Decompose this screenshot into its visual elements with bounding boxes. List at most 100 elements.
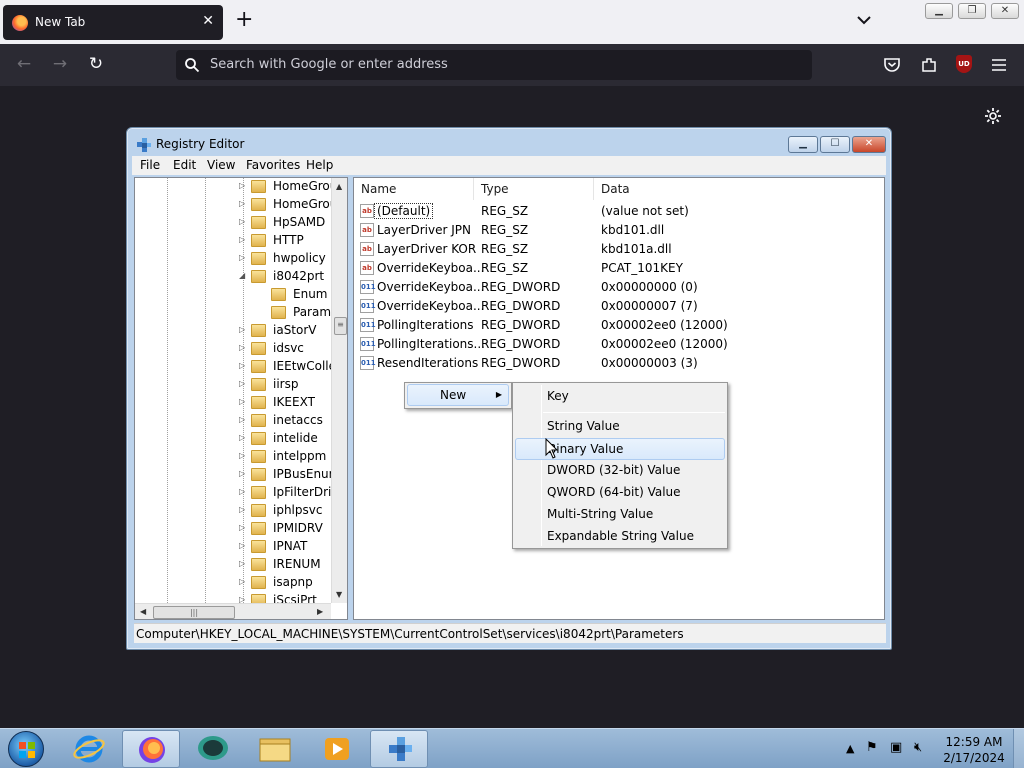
expand-icon[interactable]: ▷: [239, 181, 245, 190]
value-row[interactable]: 011 OverrideKeyboa... REG_DWORD 0x00000000 …: [354, 278, 884, 297]
tree-item[interactable]: ◢ i8042prt: [135, 268, 331, 286]
taskbar-chat-app[interactable]: [184, 730, 242, 768]
pocket-icon[interactable]: [883, 56, 901, 74]
show-hidden-icons-arrow-icon[interactable]: ▲: [846, 742, 854, 755]
tree-item[interactable]: ▷ IEEtwColle: [135, 358, 336, 376]
menu-file[interactable]: File: [140, 158, 160, 172]
expand-icon[interactable]: ▷: [239, 505, 245, 514]
back-arrow-icon[interactable]: ←: [14, 54, 34, 74]
chevron-down-icon[interactable]: [856, 12, 872, 28]
tree-item[interactable]: ▷ HomeGrou: [135, 196, 337, 214]
expand-icon[interactable]: ▷: [239, 235, 245, 244]
tree-item[interactable]: ▷ IKEEXT: [135, 394, 331, 412]
taskbar-firefox[interactable]: [122, 730, 180, 768]
restore-button[interactable]: ❐: [958, 3, 986, 19]
tree-item[interactable]: Enum: [135, 286, 331, 304]
reload-icon[interactable]: ↻: [86, 54, 106, 74]
gear-icon[interactable]: [984, 107, 1002, 125]
tree-item[interactable]: ▷ idsvc: [135, 340, 331, 358]
menu-favorites[interactable]: Favorites: [246, 158, 300, 172]
tree-item[interactable]: ▷ iphlpsvc: [135, 502, 331, 520]
tree-item[interactable]: ▷ IPMIDRV: [135, 520, 331, 538]
scroll-right-arrow-icon[interactable]: ▶: [317, 607, 323, 616]
regedit-maximize-button[interactable]: ☐: [820, 136, 850, 153]
menu-item-multi-string-value[interactable]: Multi-String Value: [515, 503, 725, 525]
value-row[interactable]: ab LayerDriver KOR REG_SZ kbd101a.dll: [354, 240, 884, 259]
tree-item[interactable]: ▷ intelppm: [135, 448, 331, 466]
tree-item[interactable]: ▷ isapnp: [135, 574, 331, 592]
regedit-close-button[interactable]: ✕: [852, 136, 886, 153]
taskbar-internet-explorer[interactable]: [60, 730, 118, 768]
tree-item[interactable]: ▷ iirsp: [135, 376, 331, 394]
scroll-thumb[interactable]: ≡: [334, 317, 347, 335]
show-desktop-button[interactable]: [1013, 729, 1024, 768]
value-row[interactable]: ab LayerDriver JPN REG_SZ kbd101.dll: [354, 221, 884, 240]
expand-icon[interactable]: ▷: [239, 415, 245, 424]
tree-item[interactable]: ▷ hwpolicy: [135, 250, 331, 268]
expand-icon[interactable]: ▷: [239, 397, 245, 406]
tree-item[interactable]: ▷ iaStorV: [135, 322, 331, 340]
expand-icon[interactable]: ▷: [239, 541, 245, 550]
tree-item[interactable]: ▷ HTTP: [135, 232, 331, 250]
expand-icon[interactable]: ▷: [239, 361, 245, 370]
tree-item[interactable]: Parame: [135, 304, 338, 322]
extensions-icon[interactable]: [920, 56, 938, 74]
start-button[interactable]: [8, 731, 44, 767]
menu-item-qword-value[interactable]: QWORD (64-bit) Value: [515, 481, 725, 503]
value-row[interactable]: 011 PollingIterations REG_DWORD 0x00002ee0 …: [354, 316, 884, 335]
menu-item-string-value[interactable]: String Value: [515, 415, 725, 437]
tree-item[interactable]: ▷ IpFilterDriv: [135, 484, 338, 502]
expand-icon[interactable]: ▷: [239, 451, 245, 460]
tree-item[interactable]: ▷ HpSAMD: [135, 214, 331, 232]
taskbar-registry-editor[interactable]: [370, 730, 428, 768]
tree-horizontal-scrollbar[interactable]: ◀ ||| ▶: [135, 603, 331, 619]
scroll-left-arrow-icon[interactable]: ◀: [140, 607, 146, 616]
minimize-button[interactable]: ▁: [925, 3, 953, 19]
expand-icon[interactable]: ▷: [239, 469, 245, 478]
ublock-origin-icon[interactable]: UD: [956, 55, 972, 73]
expand-icon[interactable]: ▷: [239, 253, 245, 262]
tab-new-tab[interactable]: New Tab ✕: [3, 5, 223, 40]
menu-edit[interactable]: Edit: [173, 158, 196, 172]
network-icon[interactable]: ▣: [890, 740, 902, 755]
forward-arrow-icon[interactable]: →: [50, 54, 70, 74]
value-row[interactable]: 011 PollingIterations... REG_DWORD 0x00002e…: [354, 335, 884, 354]
scroll-up-arrow-icon[interactable]: ▲: [336, 182, 342, 191]
tree-item[interactable]: ▷ IPBusEnum: [135, 466, 340, 484]
tree-vertical-scrollbar[interactable]: ▲ ≡ ▼: [331, 178, 347, 603]
expand-icon[interactable]: ▷: [239, 487, 245, 496]
expand-icon[interactable]: ▷: [239, 379, 245, 388]
tree-item[interactable]: ▷ intelide: [135, 430, 331, 448]
new-tab-button[interactable]: +: [235, 9, 253, 31]
expand-icon[interactable]: ▷: [239, 523, 245, 532]
value-row[interactable]: ab OverrideKeyboa... REG_SZ PCAT_101KEY: [354, 259, 884, 278]
regedit-minimize-button[interactable]: ▁: [788, 136, 818, 153]
expand-icon[interactable]: ▷: [239, 217, 245, 226]
taskbar-media-player[interactable]: [308, 730, 366, 768]
menu-help[interactable]: Help: [306, 158, 333, 172]
key-tree-pane[interactable]: ▷ HomeGrou ▷ HomeGrou ▷ HpSAMD ▷ HTTP ▷ hwpolicy ◢…: [134, 177, 348, 620]
close-tab-icon[interactable]: ✕: [202, 13, 214, 29]
tree-item[interactable]: ▷ HomeGrou: [135, 178, 337, 196]
menu-item-key[interactable]: Key: [515, 385, 725, 407]
hamburger-menu-icon[interactable]: [991, 57, 1007, 73]
tree-item[interactable]: ▷ inetaccs: [135, 412, 331, 430]
expand-icon[interactable]: ▷: [239, 325, 245, 334]
taskbar-file-explorer[interactable]: [246, 730, 304, 768]
expand-icon[interactable]: ▷: [239, 199, 245, 208]
column-data[interactable]: Data: [594, 178, 884, 200]
menu-view[interactable]: View: [207, 158, 235, 172]
value-row[interactable]: 011 ResendIterations REG_DWORD 0x00000003 (…: [354, 354, 884, 373]
expand-icon[interactable]: ▷: [239, 559, 245, 568]
volume-muted-icon[interactable]: 🔇︎: [914, 740, 922, 755]
system-clock[interactable]: 12:59 AM 2/17/2024: [943, 734, 1005, 766]
menu-item-expandable-string-value[interactable]: Expandable String Value: [515, 525, 725, 547]
horizontal-scroll-thumb[interactable]: |||: [153, 606, 235, 619]
collapse-icon[interactable]: ◢: [239, 271, 245, 280]
close-window-button[interactable]: ✕: [991, 3, 1019, 19]
menu-item-new[interactable]: New ▶: [407, 384, 509, 406]
action-center-flag-icon[interactable]: ⚑: [866, 740, 878, 755]
expand-icon[interactable]: ▷: [239, 343, 245, 352]
column-name[interactable]: Name: [354, 178, 474, 200]
tree-item[interactable]: ▷ IPNAT: [135, 538, 331, 556]
